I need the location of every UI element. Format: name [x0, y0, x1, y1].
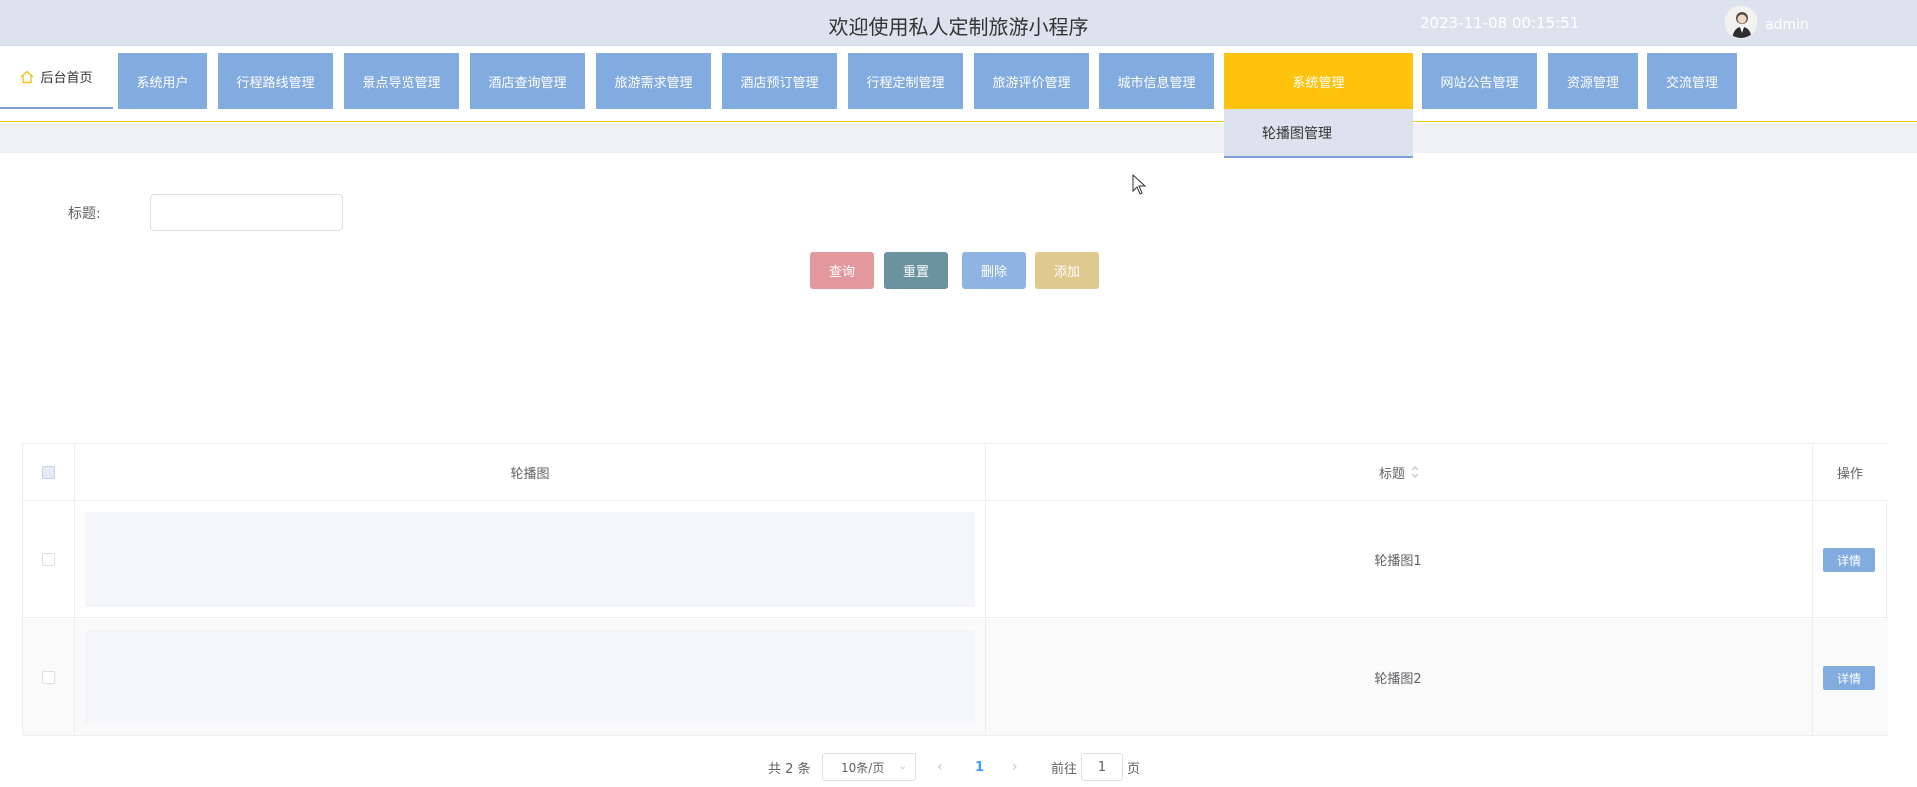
sort-icon[interactable] — [1411, 465, 1419, 479]
table-row: 轮播图2 详情 — [23, 619, 1888, 736]
nav-item-city-info[interactable]: 城市信息管理 — [1099, 53, 1214, 109]
main-nav: 后台首页 系统用户 行程路线管理 景点导览管理 酒店查询管理 旅游需求管理 酒店… — [0, 46, 1917, 158]
page-size-value: 10条/页 — [841, 760, 885, 775]
table-header-select — [23, 444, 74, 501]
nav-item-attraction-guide[interactable]: 景点导览管理 — [344, 53, 459, 109]
table-header-actions: 操作 — [1813, 444, 1887, 501]
chevron-down-icon: ⌄ — [898, 761, 907, 772]
goto-page-input[interactable] — [1081, 753, 1123, 781]
breadcrumb-bar — [0, 123, 1917, 153]
row-title: 轮播图2 — [1374, 672, 1422, 687]
home-icon — [21, 70, 34, 83]
table-header-title-label: 标题 — [1378, 466, 1405, 482]
nav-item-site-announcements[interactable]: 网站公告管理 — [1422, 53, 1537, 109]
table-header-image: 轮播图 — [75, 444, 985, 501]
delete-button[interactable]: 删除 — [962, 252, 1026, 289]
column-divider — [1812, 444, 1813, 736]
avatar[interactable] — [1724, 5, 1758, 39]
row-checkbox[interactable] — [42, 553, 55, 566]
mouse-cursor-icon — [1132, 174, 1147, 195]
carousel-image — [85, 630, 975, 725]
title-filter-label: 标题: — [68, 206, 101, 222]
nav-item-travel-demand[interactable]: 旅游需求管理 — [596, 53, 711, 109]
nav-item-system-management[interactable]: 系统管理 — [1224, 53, 1413, 109]
detail-button[interactable]: 详情 — [1823, 548, 1875, 572]
goto-label: 前往 — [1051, 761, 1078, 777]
current-page[interactable]: 1 — [975, 754, 984, 780]
row-checkbox[interactable] — [42, 671, 55, 684]
table-header-title[interactable]: 标题 — [986, 444, 1812, 501]
column-divider — [74, 444, 75, 736]
column-divider — [985, 444, 986, 736]
submenu-item-carousel[interactable]: 轮播图管理 — [1224, 109, 1413, 158]
nav-item-hotel-query[interactable]: 酒店查询管理 — [470, 53, 585, 109]
select-all-checkbox[interactable] — [42, 465, 55, 479]
nav-item-itinerary-custom[interactable]: 行程定制管理 — [848, 53, 963, 109]
nav-item-exchange[interactable]: 交流管理 — [1647, 53, 1737, 109]
title-filter-input[interactable] — [150, 194, 343, 231]
carousel-table: 轮播图 标题 操作 轮播图1 详情 轮播图2 详情 — [22, 443, 1888, 736]
add-button[interactable]: 添加 — [1035, 252, 1099, 289]
nav-item-hotel-booking[interactable]: 酒店预订管理 — [722, 53, 837, 109]
table-row: 轮播图1 详情 — [23, 501, 1888, 618]
username-label[interactable]: admin — [1765, 17, 1809, 33]
next-page-icon[interactable]: › — [1012, 754, 1018, 780]
carousel-image — [85, 512, 975, 607]
nav-item-resources[interactable]: 资源管理 — [1548, 53, 1638, 109]
pagination-total: 共 2 条 — [768, 761, 811, 777]
top-header: 欢迎使用私人定制旅游小程序 2023-11-08 00:15:51 admin — [0, 0, 1917, 46]
nav-home-label: 后台首页 — [40, 71, 93, 86]
nav-item-system-users[interactable]: 系统用户 — [118, 53, 207, 109]
page-size-select[interactable]: 10条/页 ⌄ — [822, 753, 916, 781]
nav-home-tab[interactable]: 后台首页 — [0, 46, 113, 109]
nav-item-route-management[interactable]: 行程路线管理 — [218, 53, 333, 109]
detail-button[interactable]: 详情 — [1823, 666, 1875, 690]
row-title: 轮播图1 — [1374, 554, 1422, 569]
reset-button[interactable]: 重置 — [884, 252, 948, 289]
app-title: 欢迎使用私人定制旅游小程序 — [828, 15, 1089, 39]
nav-item-travel-review[interactable]: 旅游评价管理 — [974, 53, 1089, 109]
prev-page-icon[interactable]: ‹ — [937, 754, 943, 780]
query-button[interactable]: 查询 — [810, 252, 874, 289]
datetime-display: 2023-11-08 00:15:51 — [1420, 14, 1580, 32]
page-suffix-label: 页 — [1127, 761, 1141, 777]
